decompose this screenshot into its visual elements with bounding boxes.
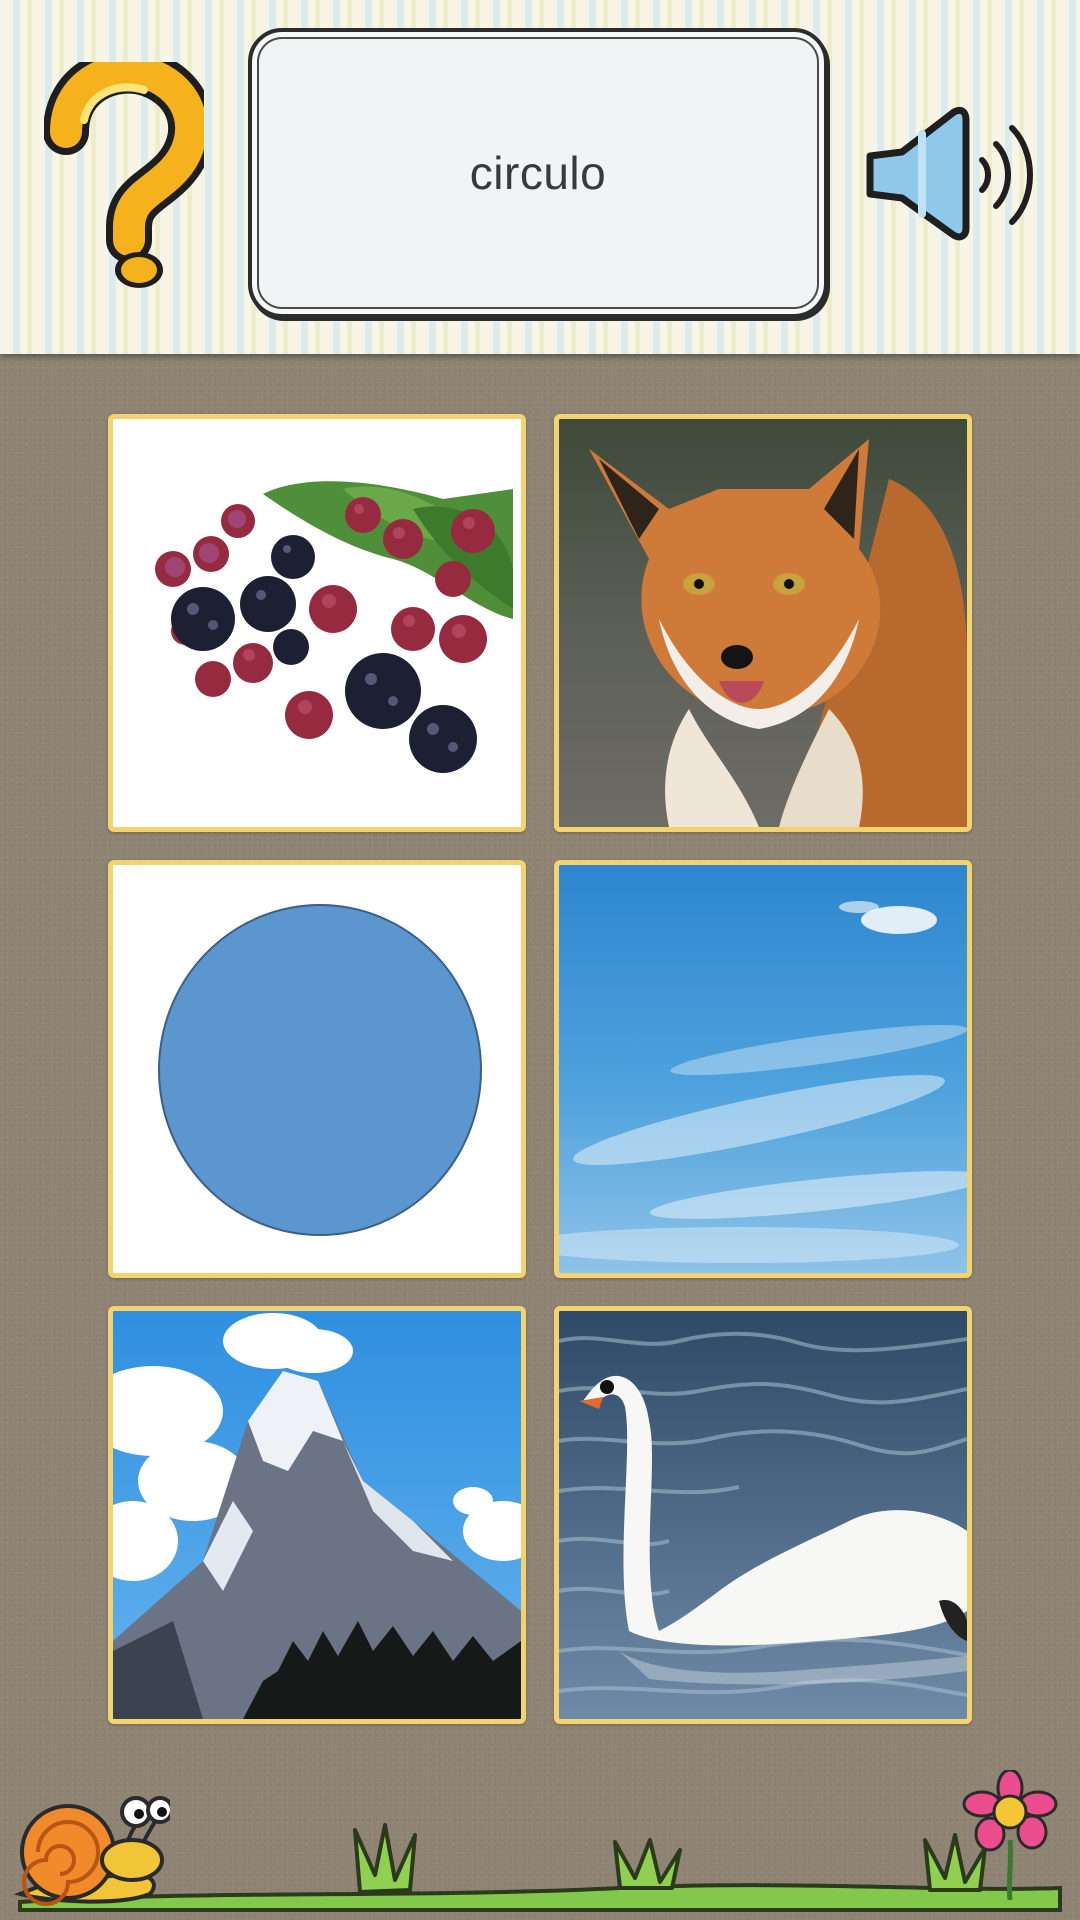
help-button[interactable] [43, 47, 215, 292]
card-circle[interactable] [108, 860, 526, 1278]
question-mark-icon [43, 47, 215, 288]
circle-image [113, 865, 521, 1273]
speaker-icon [866, 106, 1033, 241]
target-word: circulo [469, 147, 607, 199]
swan-image [559, 1311, 967, 1719]
blackberries-image [113, 419, 521, 827]
card-sky[interactable] [554, 860, 972, 1278]
card-swan[interactable] [554, 1306, 972, 1724]
card-fox[interactable] [554, 414, 972, 832]
sky-image [559, 865, 967, 1273]
card-blackberries[interactable] [108, 414, 526, 832]
footer-decoration [0, 1770, 1080, 1920]
card-mountain[interactable] [108, 1306, 526, 1724]
mountain-image [113, 1311, 521, 1719]
fox-image [559, 419, 967, 827]
target-word-box: circulo [248, 28, 828, 318]
header-bar: circulo [0, 0, 1080, 354]
sound-button[interactable] [862, 104, 1042, 244]
flower-icon [962, 1770, 1058, 1900]
snail-icon [13, 1796, 170, 1906]
